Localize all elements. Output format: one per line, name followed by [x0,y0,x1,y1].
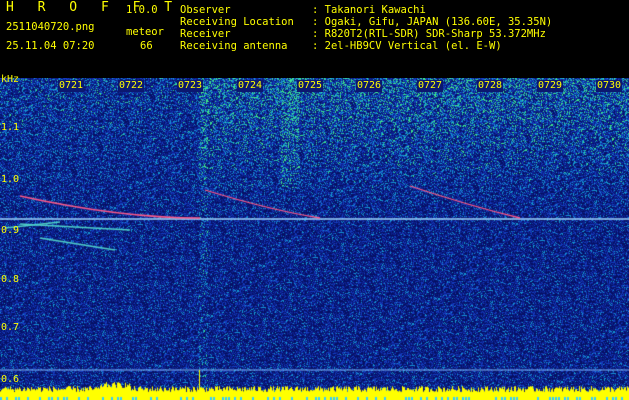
time-tick-0726: 0726 [356,80,383,92]
antenna-label: Receiving antenna [180,40,288,52]
meteor-count: 66 [140,40,153,52]
receiver-label: Receiver [180,28,231,40]
time-tick-0727: 0727 [417,80,444,92]
observer-label: Observer [180,4,231,16]
location-label: Receiving Location [180,16,294,28]
observer-value: : Takanori Kawachi [312,4,426,16]
freq-tick-0.9: 0.9 [1,225,20,236]
time-tick-0728: 0728 [477,80,504,92]
frequency-unit-label: kHz [1,74,20,85]
spectrogram [0,78,629,400]
time-tick-0722: 0722 [118,80,145,92]
time-tick-0730: 0730 [596,80,623,92]
freq-tick-0.6: 0.6 [1,374,20,385]
file-name: 2511040720.png [6,21,95,33]
freq-tick-1.0: 1.0 [1,174,20,185]
freq-tick-0.7: 0.7 [1,322,20,333]
app-version: 1.0.0 [126,4,158,16]
meteor-label: meteor [126,26,164,38]
time-tick-0725: 0725 [297,80,324,92]
freq-tick-1.1: 1.1 [1,122,20,133]
time-tick-0721: 0721 [58,80,85,92]
location-value: : Ogaki, Gifu, JAPAN (136.60E, 35.35N) [312,16,553,28]
antenna-value: : 2el-HB9CV Vertical (el. E-W) [312,40,502,52]
time-tick-0729: 0729 [537,80,564,92]
time-tick-0723: 0723 [177,80,204,92]
time-tick-0724: 0724 [237,80,264,92]
receiver-value: : R820T2(RTL-SDR) SDR-Sharp 53.372MHz [312,28,546,40]
timestamp: 25.11.04 07:20 [6,40,95,52]
freq-tick-0.8: 0.8 [1,274,20,285]
